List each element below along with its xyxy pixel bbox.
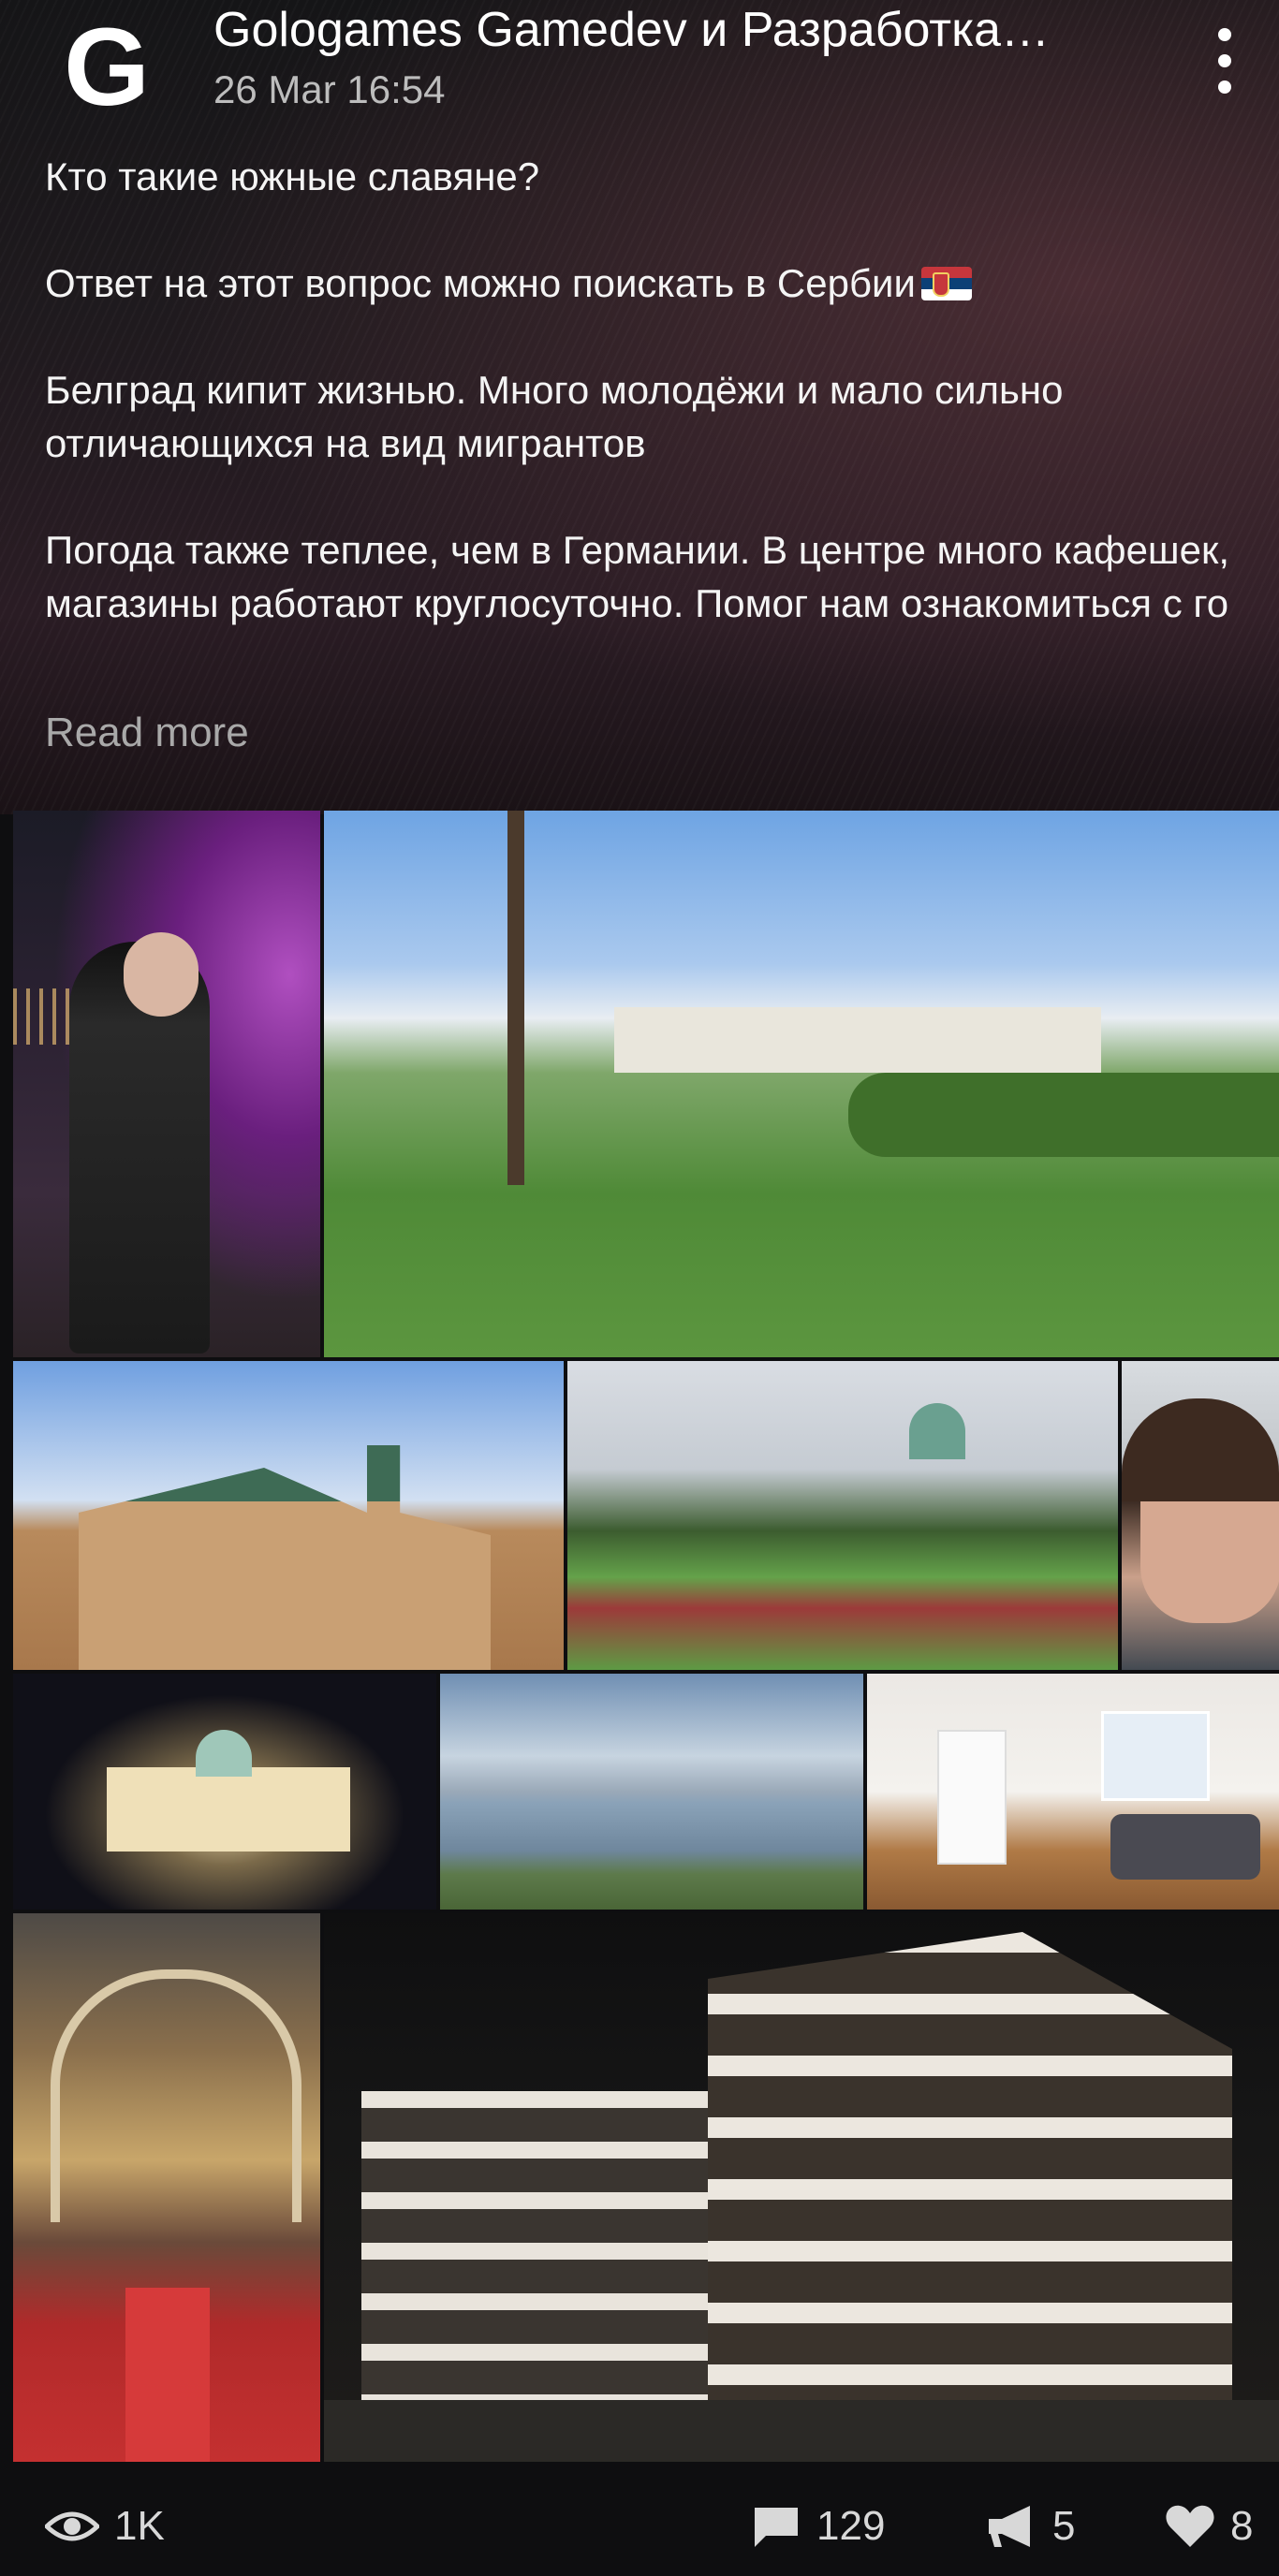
comment-icon [755, 2508, 798, 2547]
channel-avatar[interactable]: G [47, 7, 167, 127]
post-paragraph: Белград кипит жизнью. Много молодёжи и м… [45, 368, 1064, 465]
photo-apartments-night[interactable] [324, 1913, 1279, 2462]
reposts-count: 5 [1052, 2503, 1076, 2549]
views-count: 1K [114, 2503, 165, 2549]
reposts-button[interactable]: 5 [985, 2503, 1075, 2550]
eye-icon [45, 2511, 99, 2541]
serbia-flag-icon [920, 267, 972, 300]
views-counter: 1K [45, 2503, 165, 2550]
photo-man-night[interactable] [13, 811, 320, 1357]
photo-river[interactable] [440, 1674, 863, 1910]
post-text: Кто такие южные славяне? Ответ на этот в… [45, 150, 1253, 630]
post-date: 26 Mar 16:54 [213, 67, 446, 111]
post-paragraph: Ответ на этот вопрос можно поискать в Се… [45, 256, 1253, 310]
repost-megaphone-icon [989, 2506, 1030, 2547]
photo-garden[interactable] [567, 1361, 1118, 1670]
photo-cathedral-interior[interactable] [13, 1913, 320, 2462]
more-vertical-icon[interactable] [1203, 28, 1246, 94]
comments-button[interactable]: 129 [751, 2503, 885, 2550]
post-paragraph: Кто такие южные славяне? [45, 154, 540, 198]
channel-name[interactable]: Gologames Gamedev и Разработка… [213, 2, 1112, 58]
post-footer [0, 2462, 1279, 2576]
likes-count: 8 [1230, 2503, 1254, 2549]
photo-living-room[interactable] [867, 1674, 1279, 1910]
comments-count: 129 [816, 2503, 886, 2549]
read-more-link[interactable]: Read more [45, 710, 249, 756]
post-paragraph: Погода также теплее, чем в Германии. В ц… [45, 528, 1230, 625]
photo-park[interactable] [324, 811, 1279, 1357]
heart-icon [1166, 2505, 1214, 2547]
likes-button[interactable]: 8 [1165, 2503, 1253, 2550]
photo-parliament-night[interactable] [13, 1674, 436, 1910]
photo-church[interactable] [13, 1361, 564, 1670]
photo-woman[interactable] [1122, 1361, 1279, 1670]
